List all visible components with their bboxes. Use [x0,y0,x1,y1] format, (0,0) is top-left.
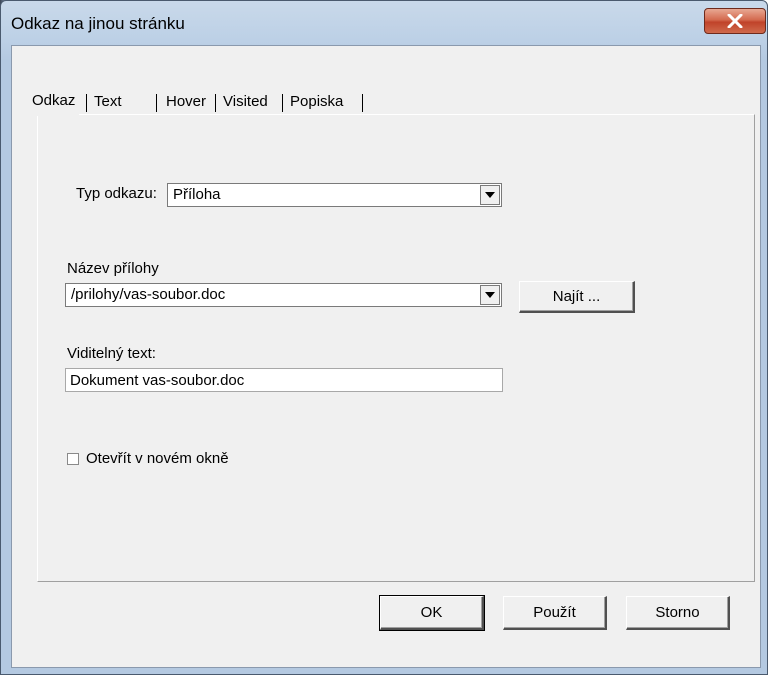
attachment-value: /prilohy/vas-soubor.doc [71,286,226,303]
cancel-button-label: Storno [655,604,700,621]
attachment-select[interactable]: /prilohy/vas-soubor.doc [65,283,502,307]
new-window-label: Otevřít v novém okně [86,450,229,467]
close-icon [727,14,743,28]
link-type-label: Typ odkazu: [76,185,157,202]
apply-button-label: Použít [533,604,576,621]
tab-separator [282,94,283,112]
new-window-checkbox[interactable] [67,452,79,465]
window-title: Odkaz na jinou stránku [11,14,185,33]
close-button[interactable] [704,8,766,34]
tab-hover[interactable]: Hover [162,89,210,115]
tab-separator [156,94,157,112]
chevron-down-icon [485,192,495,198]
attachment-label: Název přílohy [67,260,159,277]
apply-button[interactable]: Použít [503,596,607,630]
link-type-value: Příloha [173,186,221,203]
dialog-client-area: Odkaz Text Hover Visited Popiska Typ odk… [11,45,761,668]
link-type-select[interactable]: Příloha [167,183,502,207]
find-button-label: Najít ... [552,288,601,305]
tab-popiska[interactable]: Popiska [286,89,347,115]
visible-text-input-wrapper [65,368,503,392]
tab-text[interactable]: Text [90,89,126,115]
tab-separator [362,94,363,112]
visible-text-label: Viditelný text: [67,345,156,362]
chevron-down-icon [485,292,495,298]
tab-panel-odkaz: Typ odkazu: Příloha Název přílohy /prilo… [37,114,755,582]
cancel-button[interactable]: Storno [626,596,730,630]
tab-separator [215,94,216,112]
attachment-dropdown-button[interactable] [480,285,500,305]
new-window-option[interactable]: Otevřít v novém okně [67,450,229,467]
tab-odkaz[interactable]: Odkaz [28,86,80,116]
tab-visited[interactable]: Visited [219,89,272,115]
dialog-window: Odkaz na jinou stránku Odkaz Text Hover … [0,0,768,675]
ok-button-label: OK [420,604,443,621]
visible-text-input[interactable] [66,369,502,391]
tab-separator [86,94,87,112]
link-type-dropdown-button[interactable] [480,185,500,205]
ok-button[interactable]: OK [379,595,485,631]
title-bar[interactable]: Odkaz na jinou stránku [11,1,766,43]
find-button[interactable]: Najít ... [519,281,635,313]
